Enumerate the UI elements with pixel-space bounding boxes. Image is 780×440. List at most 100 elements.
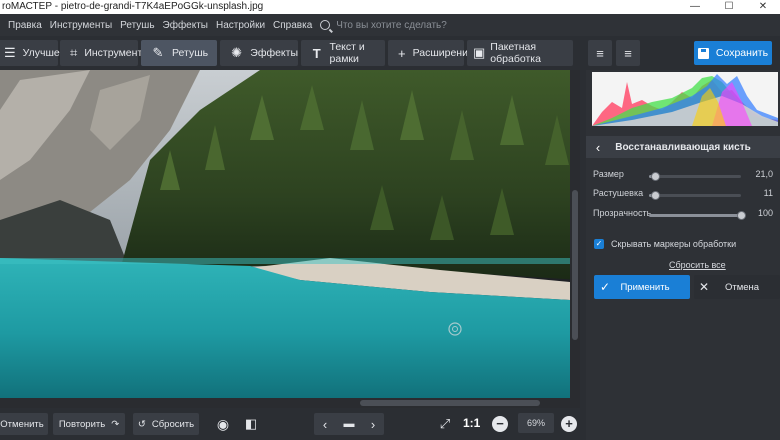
feather-knob[interactable]	[650, 191, 660, 200]
plus-icon: +	[398, 45, 406, 61]
compare-settings-button[interactable]: ≡	[588, 40, 612, 66]
presets-button[interactable]: ≡	[616, 40, 640, 66]
menu-settings[interactable]: Настройки	[216, 20, 265, 31]
feather-slider[interactable]: Растушевка 11	[593, 188, 773, 202]
tab-retouch[interactable]: ✎ Ретушь	[141, 40, 217, 66]
file-navigator: ‹ ▬ ›	[314, 413, 384, 435]
sliders-icon: ☰	[4, 45, 16, 60]
horizontal-scroll-thumb[interactable]	[360, 400, 540, 406]
minimize-button[interactable]: —	[678, 0, 712, 14]
next-arrow-icon[interactable]: ›	[362, 417, 384, 432]
window-controls: — ☐ ✕	[678, 0, 780, 14]
size-knob[interactable]	[650, 172, 660, 181]
tab-enhancements[interactable]: ☰ Улучшения	[0, 40, 77, 66]
close-window-button[interactable]: ✕	[746, 0, 780, 14]
before-after-button[interactable]: ◧	[240, 413, 262, 435]
tab-batch-processing[interactable]: ▣ Пакетная обработка	[467, 40, 573, 66]
tab-label: Инструменты	[84, 47, 150, 59]
tab-tools[interactable]: ⌗ Инструменты	[60, 40, 150, 66]
feather-value: 11	[763, 188, 773, 198]
menu-edit[interactable]: Правка	[8, 20, 42, 31]
zoom-in-icon[interactable]: +	[561, 416, 577, 432]
vertical-scroll-thumb[interactable]	[572, 190, 578, 340]
menu-retouch[interactable]: Ретушь	[120, 20, 154, 31]
menu-bar: Правка Инструменты Ретушь Эффекты Настро…	[0, 14, 780, 36]
size-slider[interactable]: Размер 21,0	[593, 169, 773, 183]
panel-header: ‹ Восстанавливающая кисть	[586, 136, 780, 158]
size-value: 21,0	[755, 169, 773, 179]
tab-label: Эффекты	[250, 47, 298, 59]
undo-label: Отменить	[0, 418, 44, 430]
tab-label: Пакетная обработка	[490, 41, 541, 65]
fit-to-screen-button[interactable]: ⤢	[434, 413, 456, 435]
list-minus-icon: ≡	[624, 45, 632, 61]
size-track[interactable]	[649, 172, 741, 181]
search-placeholder: Что вы хотите сделать?	[336, 19, 447, 31]
zoom-out-icon[interactable]: −	[492, 416, 508, 432]
eye-icon: ◉	[216, 415, 230, 432]
photo-canvas[interactable]	[0, 70, 580, 408]
checkmark-icon[interactable]: ✓	[594, 239, 604, 249]
opacity-slider[interactable]: Прозрачность 100	[593, 208, 773, 222]
landscape-photo	[0, 70, 580, 408]
histogram-graph	[592, 72, 778, 126]
menu-tools[interactable]: Инструменты	[50, 20, 112, 31]
tab-effects[interactable]: ✺ Эффекты	[220, 40, 298, 66]
opacity-fill	[649, 214, 741, 217]
tab-label: Ретушь	[172, 47, 209, 59]
close-icon: ✕	[698, 280, 710, 294]
menu-help[interactable]: Справка	[273, 20, 312, 31]
redo-button[interactable]: Повторить ↷	[53, 413, 125, 435]
brush-icon: ✎	[152, 45, 164, 60]
cancel-button[interactable]: ✕ Отмена	[694, 275, 780, 299]
save-button[interactable]: Сохранить	[694, 41, 772, 65]
window-titlebar: roМАСТЕР - pietro-de-grandi-T7K4aEPoGGk-…	[0, 0, 780, 14]
tab-extensions[interactable]: + Расширения	[388, 40, 474, 66]
reset-arrow-icon: ↺	[137, 418, 146, 430]
tab-label: Расширения	[412, 47, 474, 59]
horizontal-scrollbar[interactable]	[0, 398, 570, 408]
zoom-level[interactable]: 69%	[518, 413, 554, 433]
redo-arrow-icon: ↷	[111, 418, 120, 430]
apply-button[interactable]: ✓ Применить	[594, 275, 690, 299]
opacity-track[interactable]	[649, 211, 746, 220]
sparkle-icon: ✺	[231, 45, 243, 60]
tab-text-frames[interactable]: T Текст и рамки	[301, 40, 385, 66]
save-disk-icon	[697, 47, 709, 59]
feather-label: Растушевка	[593, 188, 644, 198]
opacity-value: 100	[757, 208, 773, 218]
reset-button[interactable]: ↺ Сбросить	[133, 413, 199, 435]
cancel-label: Отмена	[724, 281, 760, 293]
vertical-scrollbar[interactable]	[570, 70, 580, 408]
images-icon: ▣	[473, 45, 486, 60]
reset-all-link[interactable]: Сбросить все	[669, 260, 726, 270]
command-search[interactable]: Что вы хотите сделать?	[320, 20, 447, 31]
check-icon: ✓	[599, 280, 611, 294]
save-label: Сохранить	[715, 47, 769, 59]
folder-icon[interactable]: ▬	[336, 418, 362, 430]
main-toolbar: ☰ Улучшения ⌗ Инструменты ✎ Ретушь ✺ Эфф…	[0, 36, 780, 70]
panel-title: Восстанавливающая кисть	[615, 141, 751, 153]
maximize-button[interactable]: ☐	[712, 0, 746, 14]
expand-icon: ⤢	[439, 416, 451, 431]
window-title: roМАСТЕР - pietro-de-grandi-T7K4aEPoGGk-…	[2, 1, 264, 12]
hide-markers-checkbox[interactable]: ✓ Скрывать маркеры обработки	[594, 239, 736, 249]
crop-icon: ⌗	[70, 45, 78, 60]
tab-label: Текст и рамки	[329, 41, 365, 65]
split-view-icon: ◧	[244, 416, 258, 431]
preview-button[interactable]: ◉	[212, 413, 234, 435]
feather-track[interactable]	[649, 191, 741, 200]
size-label: Размер	[593, 169, 624, 179]
undo-button[interactable]: Отменить	[0, 413, 48, 435]
zoom-value: 69%	[526, 418, 545, 428]
text-icon: T	[312, 45, 321, 61]
actual-size-button[interactable]: 1:1	[463, 416, 480, 430]
search-icon	[320, 20, 331, 30]
redo-label: Повторить	[58, 418, 106, 430]
apply-label: Применить	[620, 281, 670, 293]
menu-effects[interactable]: Эффекты	[163, 20, 208, 31]
back-chevron-icon[interactable]: ‹	[586, 140, 610, 155]
prev-arrow-icon[interactable]: ‹	[314, 417, 336, 432]
opacity-knob[interactable]	[736, 211, 746, 220]
reset-label: Сбросить	[151, 418, 195, 430]
